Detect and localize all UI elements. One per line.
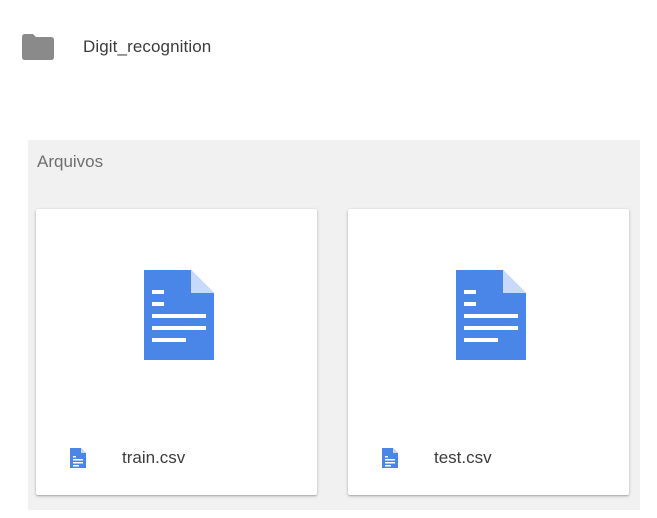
document-thumbnail-icon [144, 270, 214, 360]
google-docs-icon [382, 448, 398, 468]
google-docs-icon [70, 448, 86, 468]
folder-icon [22, 34, 54, 60]
document-thumbnail-icon [456, 270, 526, 360]
file-card-test[interactable]: test.csv [348, 209, 629, 495]
files-section: Arquivos train.csv test.csv [28, 140, 640, 510]
folder-header[interactable]: Digit_recognition [22, 30, 211, 64]
file-card-train[interactable]: train.csv [36, 209, 317, 495]
section-title: Arquivos [37, 152, 104, 171]
drive-folder-view: Digit_recognition Arquivos train.csv tes… [0, 0, 657, 518]
file-card-footer: train.csv [70, 445, 185, 471]
folder-name: Digit_recognition [83, 37, 212, 56]
file-card-footer: test.csv [382, 445, 492, 471]
file-name: test.csv [434, 448, 492, 467]
file-name: train.csv [122, 448, 186, 467]
